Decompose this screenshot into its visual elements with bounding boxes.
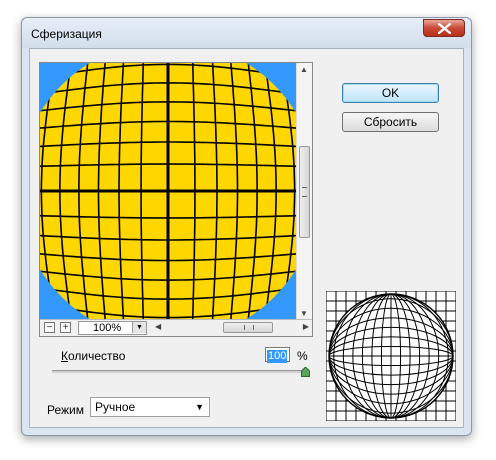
zoom-out-button[interactable]: −: [44, 322, 55, 333]
amount-label: Количество: [61, 349, 125, 363]
reset-button[interactable]: Сбросить: [342, 112, 439, 132]
close-icon: [438, 23, 451, 34]
amount-input[interactable]: 100: [265, 347, 290, 363]
ok-button[interactable]: OK: [342, 83, 439, 103]
slider-thumb-icon[interactable]: [301, 367, 310, 377]
amount-slider[interactable]: [52, 370, 305, 373]
title-bar[interactable]: Сферизация: [22, 18, 471, 48]
scroll-right-arrow-icon[interactable]: ▶: [303, 322, 309, 331]
spherized-grid-preview: [40, 63, 296, 319]
mode-select[interactable]: Ручное ▼: [90, 397, 210, 417]
mode-selected-value: Ручное: [95, 400, 136, 414]
zoom-in-button[interactable]: +: [60, 322, 71, 333]
amount-label-accel: К: [61, 349, 68, 363]
preview-horizontal-scrollbar[interactable]: ◀ ▶: [153, 321, 311, 335]
zoom-dropdown-button[interactable]: ▼: [132, 322, 146, 333]
spherize-dialog: Сферизация ▲ ▼ − + 100% ▼ ◀ ▶ OK Сбросит…: [21, 17, 472, 436]
spherize-thumbnail: [325, 290, 457, 422]
vertical-scroll-thumb[interactable]: [299, 146, 310, 238]
scroll-down-arrow-icon[interactable]: ▼: [300, 309, 308, 318]
close-button[interactable]: [423, 19, 465, 37]
preview-vertical-scrollbar[interactable]: ▲ ▼: [296, 63, 312, 320]
preview-image[interactable]: [40, 63, 296, 319]
horizontal-scroll-thumb[interactable]: [223, 322, 273, 333]
amount-unit: %: [297, 349, 308, 363]
thumbnail-grid-icon: [325, 290, 457, 422]
window-title: Сферизация: [31, 27, 102, 41]
preview-panel: ▲ ▼ − + 100% ▼ ◀ ▶: [39, 62, 313, 337]
dialog-body: ▲ ▼ − + 100% ▼ ◀ ▶ OK Сбросить Количеств…: [29, 48, 464, 428]
amount-label-text: оличество: [68, 349, 126, 363]
preview-bottom-bar: − + 100% ▼ ◀ ▶: [40, 319, 312, 336]
scroll-up-arrow-icon[interactable]: ▲: [300, 65, 308, 74]
chevron-down-icon: ▼: [195, 402, 204, 412]
mode-label: Режим: [47, 403, 84, 417]
scroll-left-arrow-icon[interactable]: ◀: [155, 322, 161, 331]
amount-value: 100: [267, 350, 288, 363]
